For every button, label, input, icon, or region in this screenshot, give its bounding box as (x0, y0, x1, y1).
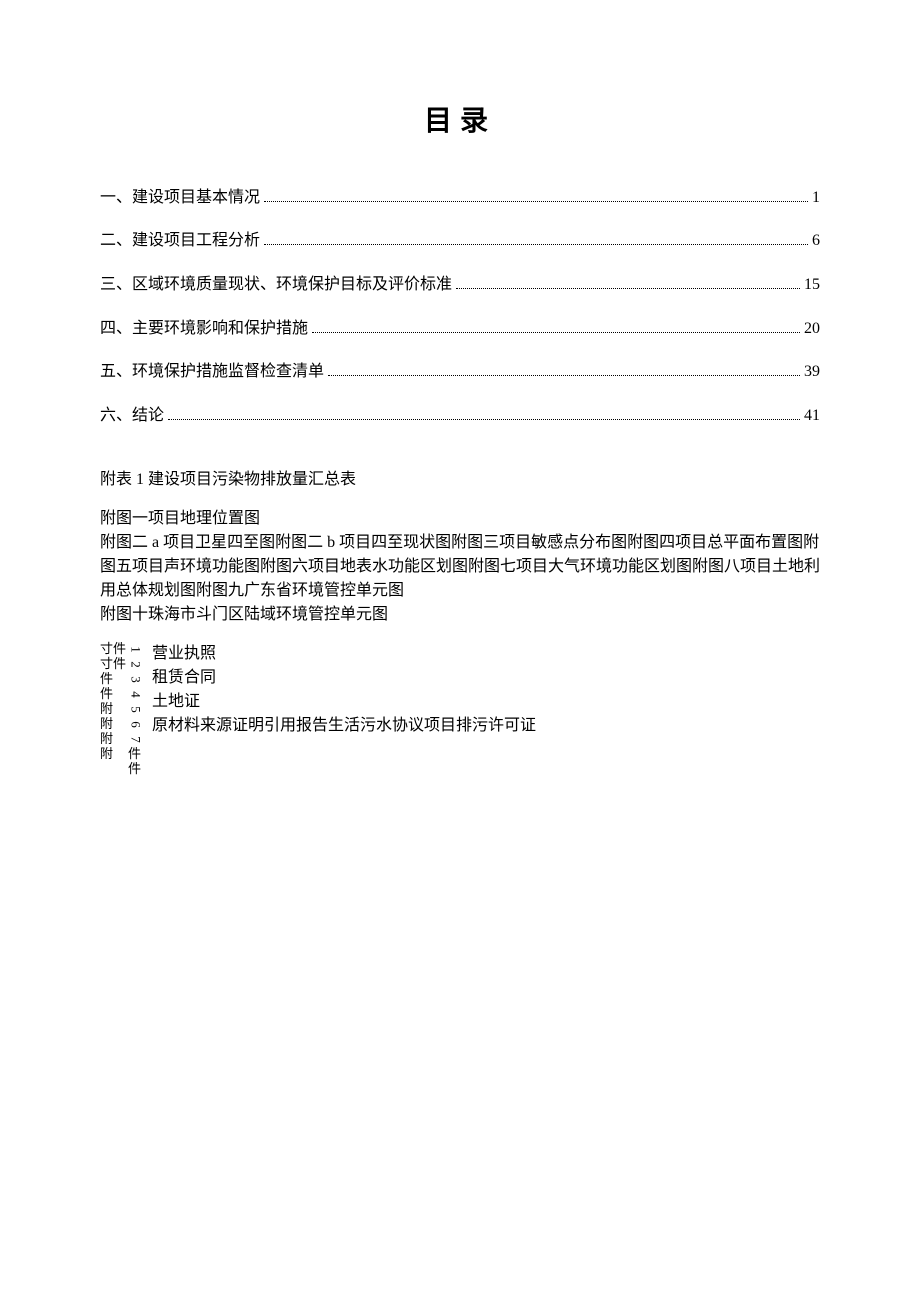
appendix-table-label: 附表 1 建设项目污染物排放量汇总表 (100, 468, 820, 492)
toc-dots (264, 201, 808, 202)
toc-dots (456, 288, 800, 289)
attachment-num: 7 (128, 732, 143, 746)
toc-label: 四、主要环境影响和保护措施 (100, 316, 308, 342)
attachment-num: 6 (128, 718, 143, 732)
attachment-marker: 附 (100, 732, 126, 747)
toc-label: 一、建设项目基本情况 (100, 185, 260, 211)
attachment-item: 营业执照 (152, 642, 536, 666)
appendix-section: 附表 1 建设项目污染物排放量汇总表 附图一项目地理位置图 附图二 a 项目卫星… (100, 468, 820, 776)
toc-item: 五、环境保护措施监督检查清单 39 (100, 359, 820, 385)
toc-label: 五、环境保护措施监督检查清单 (100, 359, 324, 385)
attachments-block: 寸件 寸件 件 件 附 附 附 附 1 2 3 4 5 6 7 件 件 营业执照… (100, 642, 820, 776)
attachment-item: 土地证 (152, 690, 536, 714)
toc-page: 6 (812, 228, 820, 254)
attachment-marker: 件 (128, 762, 142, 777)
toc-page: 39 (804, 359, 820, 385)
table-of-contents: 一、建设项目基本情况 1 二、建设项目工程分析 6 三、区域环境质量现状、环境保… (100, 185, 820, 429)
toc-item: 三、区域环境质量现状、环境保护目标及评价标准 15 (100, 272, 820, 298)
toc-label: 三、区域环境质量现状、环境保护目标及评价标准 (100, 272, 452, 298)
toc-label: 六、结论 (100, 403, 164, 429)
appendix-figure-line: 附图十珠海市斗门区陆域环境管控单元图 (100, 603, 820, 627)
toc-label: 二、建设项目工程分析 (100, 228, 260, 254)
appendix-figure-line: 附图二 a 项目卫星四至图附图二 b 项目四至现状图附图三项目敏感点分布图附图四… (100, 531, 820, 603)
attachment-marker: 寸件 (100, 657, 126, 672)
attachment-marker: 件 (128, 747, 142, 762)
attachment-marker: 寸件 (100, 642, 126, 657)
attachment-marker: 件 (100, 687, 126, 702)
attachment-item: 租赁合同 (152, 666, 536, 690)
attachment-marker: 附 (100, 702, 126, 717)
toc-item: 六、结论 41 (100, 403, 820, 429)
toc-item: 一、建设项目基本情况 1 (100, 185, 820, 211)
toc-page: 41 (804, 403, 820, 429)
attachment-num: 3 (128, 673, 143, 687)
toc-dots (312, 332, 800, 333)
toc-dots (168, 419, 800, 420)
toc-dots (328, 375, 800, 376)
attachment-num: 2 (128, 658, 143, 672)
attachment-num: 4 (128, 688, 143, 702)
page-title: 目录 (100, 100, 820, 145)
toc-page: 1 (812, 185, 820, 211)
toc-item: 四、主要环境影响和保护措施 20 (100, 316, 820, 342)
attachment-marker: 附 (100, 747, 126, 762)
attachments-labels-col2: 1 2 3 4 5 6 7 件 件 (128, 642, 142, 776)
toc-item: 二、建设项目工程分析 6 (100, 228, 820, 254)
attachment-marker: 附 (100, 717, 126, 732)
attachments-content: 营业执照 租赁合同 土地证 原材料来源证明引用报告生活污水协议项目排污许可证 (152, 642, 536, 738)
attachment-item: 原材料来源证明引用报告生活污水协议项目排污许可证 (152, 714, 536, 738)
attachments-labels-col1: 寸件 寸件 件 件 附 附 附 附 (100, 642, 126, 762)
attachment-num: 5 (128, 703, 143, 717)
attachment-marker: 件 (100, 672, 126, 687)
appendix-figure-line: 附图一项目地理位置图 (100, 507, 820, 531)
attachment-num: 1 (128, 643, 143, 657)
toc-dots (264, 244, 808, 245)
toc-page: 20 (804, 316, 820, 342)
appendix-figures-block: 附图一项目地理位置图 附图二 a 项目卫星四至图附图二 b 项目四至现状图附图三… (100, 507, 820, 627)
toc-page: 15 (804, 272, 820, 298)
